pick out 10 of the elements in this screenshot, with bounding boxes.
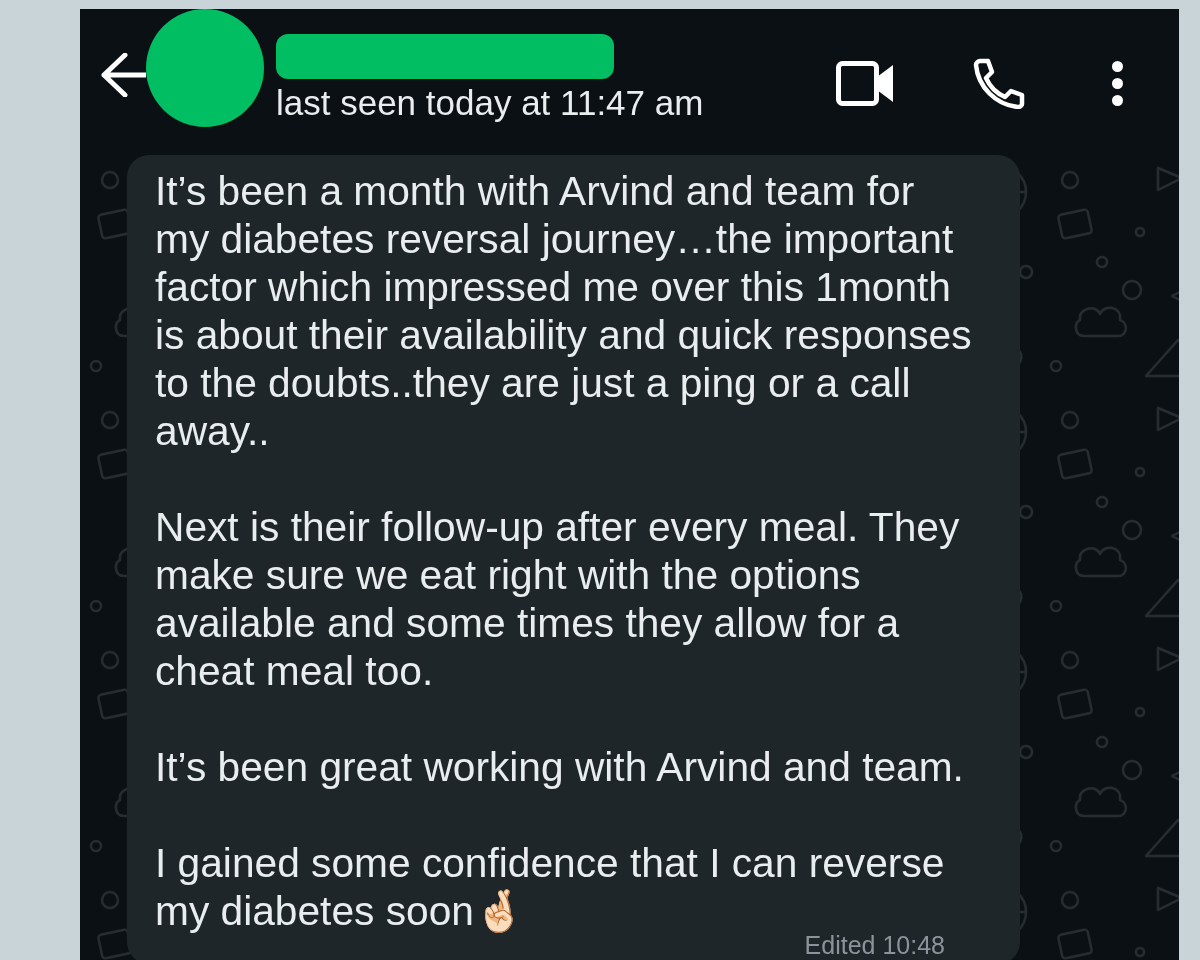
last-seen-status: last seen today at 11:47 am [276,85,704,121]
edited-timestamp: Edited 10:48 [804,932,945,958]
message-text: It’s been great working with Arvind and team. [155,743,965,791]
video-camera-icon[interactable] [836,60,893,106]
back-arrow-icon[interactable] [101,53,146,97]
message-text: It’s been a month with Arvind and team for my diabetes reversal journey…the important factor which impressed me over this 1month is about their availability and quick responses to the doubts..they are just a ping or a call away.. [155,167,973,455]
menu-icon[interactable] [1112,60,1123,106]
message-text: I gained some confidence that I can reverse my diabetes soon🤞🏻 [155,839,946,935]
phone-icon[interactable] [973,57,1025,109]
message-text: Next is their follow-up after every meal. They make sure we eat right with the options available and some times they allow for a cheat meal too. [155,503,961,695]
